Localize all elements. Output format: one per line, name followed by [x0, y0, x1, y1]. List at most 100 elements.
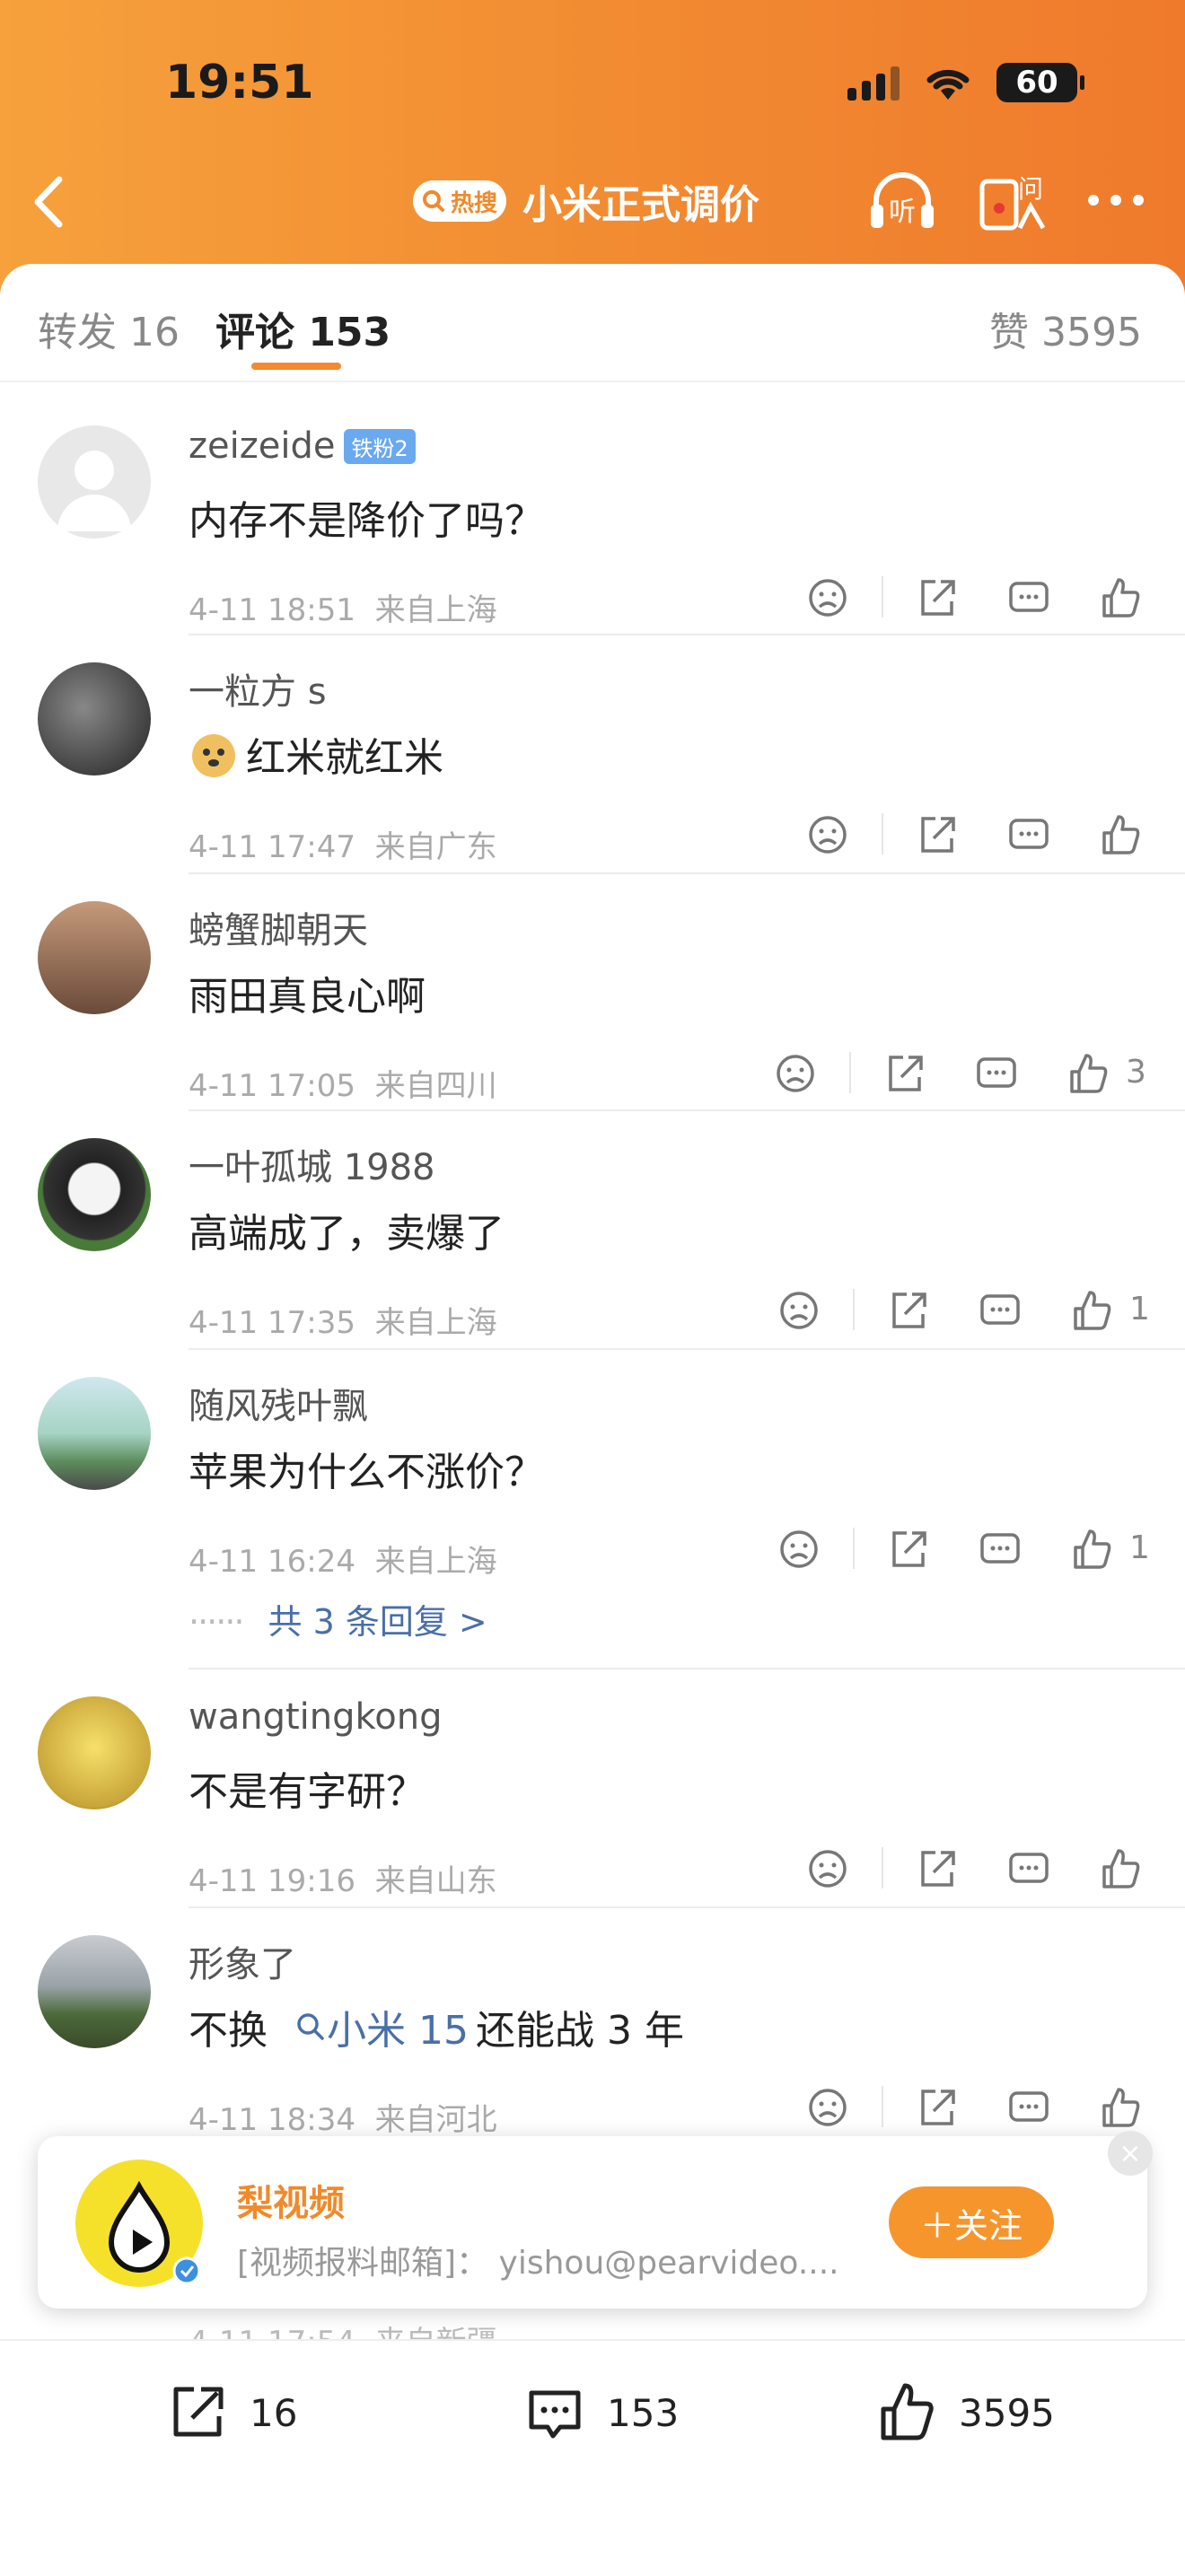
comment-author[interactable]: wangtingkong	[189, 1696, 442, 1738]
dislike-face-icon[interactable]	[772, 1284, 826, 1337]
comment-text: 高端成了，卖爆了	[189, 1211, 505, 1257]
dislike-face-icon[interactable]	[768, 1047, 822, 1100]
topic-link[interactable]: 小米 15	[294, 1998, 469, 2055]
author-name: 一粒方 s	[189, 671, 327, 713]
like-thumb-icon[interactable]	[1065, 1284, 1119, 1337]
close-icon[interactable]: ×	[1108, 2131, 1153, 2176]
like-thumb-icon[interactable]	[1093, 1842, 1147, 1896]
tab-repost[interactable]: 转发 16	[38, 300, 180, 357]
comment-location: 来自河北	[374, 2102, 497, 2138]
comment-text-after: 还能战 3 年	[475, 2008, 684, 2054]
dislike-face-icon[interactable]	[801, 808, 855, 862]
follow-button[interactable]: ＋关注	[889, 2186, 1054, 2258]
comment-location: 来自广东	[374, 829, 497, 865]
like-count: 1	[1129, 1529, 1150, 1566]
comment-time: 4-11 19:16	[189, 1863, 356, 1899]
share-icon[interactable]	[878, 1047, 932, 1100]
avatar[interactable]	[38, 1935, 151, 2048]
comment-meta: 4-11 18:34 来自河北	[189, 2095, 497, 2139]
ask-icon[interactable]: 问	[975, 162, 1052, 239]
comment-text: 雨田真良心啊	[189, 974, 426, 1020]
comment-time: 4-11 18:34	[189, 2102, 356, 2138]
repost-button[interactable]: 16	[162, 2377, 297, 2449]
comment-text: 红米就红米	[189, 725, 443, 783]
author-name: zeizeide	[189, 425, 336, 467]
back-arrow-icon[interactable]	[25, 171, 70, 233]
share-icon[interactable]	[882, 1284, 935, 1337]
comment-divider	[189, 1109, 1185, 1111]
share-icon[interactable]	[882, 1522, 935, 1576]
avatar[interactable]	[38, 662, 151, 775]
headphones-icon[interactable]: 听	[864, 162, 941, 239]
comment-bubble-icon[interactable]	[1002, 571, 1056, 625]
comment-divider	[189, 634, 1185, 635]
like-thumb-icon[interactable]	[1065, 1522, 1119, 1576]
follow-suggestion-card[interactable]: 梨视频 [视频报料邮箱]： yishou@pearvideo.... ＋关注 ×	[38, 2131, 1153, 2309]
tab-comments[interactable]: 评论 153	[215, 300, 391, 357]
tab-bar: 转发 16 评论 153 赞 3595	[0, 264, 1185, 381]
author-name: 一叶孤城 1988	[189, 1147, 435, 1188]
comment-text: 苹果为什么不涨价？	[189, 1450, 544, 1495]
dislike-face-icon[interactable]	[801, 571, 855, 625]
more-icon[interactable]	[1077, 162, 1154, 239]
comment-location: 来自上海	[374, 1305, 497, 1341]
comment-author[interactable]: 一粒方 s	[189, 662, 327, 714]
tab-likes[interactable]: 赞 3595	[989, 300, 1142, 357]
share-icon[interactable]	[910, 571, 964, 625]
status-indicators: 60	[847, 63, 1084, 102]
dislike-face-icon[interactable]	[772, 1522, 826, 1576]
comment-meta: 4-11 16:24 来自上海	[189, 1537, 497, 1581]
comment-author[interactable]: 形象了	[189, 1935, 296, 1987]
avatar[interactable]	[38, 901, 151, 1014]
author-name: 随风残叶飘	[189, 1386, 368, 1427]
comment-bubble-icon[interactable]	[1002, 808, 1056, 862]
comment-divider	[189, 1348, 1185, 1350]
tabs-divider	[0, 381, 1185, 382]
comment-divider	[189, 1668, 1185, 1669]
comment-time: 4-11 16:24	[189, 1544, 356, 1580]
comment-bubble-icon[interactable]	[1002, 2081, 1056, 2134]
like-thumb-icon[interactable]	[1093, 808, 1147, 862]
dislike-face-icon[interactable]	[801, 1842, 855, 1896]
topic-title-group[interactable]: 热搜 小米正式调价	[413, 172, 759, 230]
fan-badge: 铁粉2	[344, 428, 416, 464]
comment-author[interactable]: 一叶孤城 1988	[189, 1138, 435, 1190]
search-icon	[297, 2013, 324, 2040]
avatar[interactable]	[38, 1696, 151, 1809]
comment-bubble-icon[interactable]	[973, 1284, 1027, 1337]
like-thumb-icon[interactable]	[1093, 571, 1147, 625]
comment-author[interactable]: zeizeide 铁粉2	[189, 425, 416, 467]
comment-bubble-icon[interactable]	[970, 1047, 1023, 1100]
avatar[interactable]	[38, 1377, 151, 1490]
avatar[interactable]	[38, 425, 151, 539]
comment-button[interactable]: 153	[519, 2377, 679, 2449]
view-replies-link[interactable]: ······ 共 3 条回复 >	[189, 1594, 487, 1643]
account-avatar[interactable]	[75, 2160, 203, 2287]
share-icon[interactable]	[910, 2081, 964, 2134]
comment-bubble-icon[interactable]	[973, 1522, 1027, 1576]
comment-bubble-icon[interactable]	[1002, 1842, 1056, 1896]
share-icon[interactable]	[910, 1842, 964, 1896]
like-thumb-icon[interactable]	[1061, 1047, 1115, 1100]
replies-label: 共 3 条回复 >	[268, 1602, 487, 1642]
status-time: 19:51	[165, 56, 314, 110]
comment-count: 153	[607, 2390, 680, 2435]
like-thumb-icon[interactable]	[1093, 2081, 1147, 2134]
comment-author[interactable]: 随风残叶飘	[189, 1377, 368, 1429]
like-button[interactable]: 3595	[871, 2377, 1055, 2449]
account-name: 梨视频	[237, 2183, 345, 2224]
dislike-face-icon[interactable]	[801, 2081, 855, 2134]
hot-tag-label: 热搜	[451, 189, 498, 217]
share-icon[interactable]	[910, 808, 964, 862]
like-count: 1	[1129, 1291, 1150, 1327]
battery-icon: 60	[996, 63, 1084, 102]
comment-author[interactable]: 螃蟹脚朝天	[189, 901, 368, 953]
topic-header: 19:51 60 热搜 小米正式调价 听 问	[0, 0, 1185, 296]
default-avatar-icon	[57, 451, 131, 531]
comment-location: 来自山东	[374, 1863, 497, 1899]
avatar[interactable]	[38, 1138, 151, 1251]
share-icon	[173, 2387, 224, 2437]
comment-text-before: 不换	[189, 2008, 268, 2054]
pear-logo-icon	[108, 2180, 201, 2285]
comment-text: 不是有字研？	[189, 1769, 426, 1815]
